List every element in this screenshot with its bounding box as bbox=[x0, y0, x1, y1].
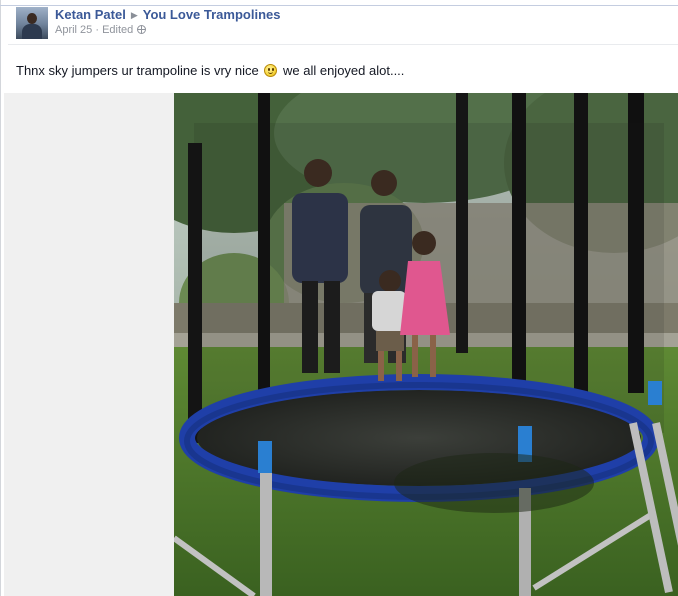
top-border bbox=[0, 5, 678, 6]
post-date-link[interactable]: April 25 bbox=[55, 24, 92, 36]
avatar-head bbox=[27, 13, 37, 24]
left-border bbox=[0, 0, 1, 596]
meta-separator: · bbox=[92, 24, 103, 36]
post-text-part-2: we all enjoyed alot.... bbox=[283, 63, 405, 78]
group-name-link[interactable]: You Love Trampolines bbox=[143, 7, 281, 22]
arrow-right-icon: ▶ bbox=[130, 10, 138, 20]
post-header: Ketan Patel ▶ You Love Trampolines bbox=[55, 7, 280, 23]
post-photo[interactable] bbox=[174, 93, 678, 596]
globe-icon[interactable] bbox=[137, 25, 147, 34]
post-text-part-1: Thnx sky jumpers ur trampoline is vry ni… bbox=[16, 63, 259, 78]
avatar-body bbox=[22, 24, 42, 39]
post-text: Thnx sky jumpers ur trampoline is vry ni… bbox=[16, 62, 404, 78]
author-name-link[interactable]: Ketan Patel bbox=[55, 7, 126, 22]
header-divider bbox=[8, 44, 678, 45]
smiley-icon bbox=[264, 64, 278, 77]
edited-link[interactable]: Edited bbox=[102, 24, 133, 36]
avatar[interactable] bbox=[16, 7, 48, 39]
post-meta: April 25 · Edited bbox=[55, 24, 147, 36]
